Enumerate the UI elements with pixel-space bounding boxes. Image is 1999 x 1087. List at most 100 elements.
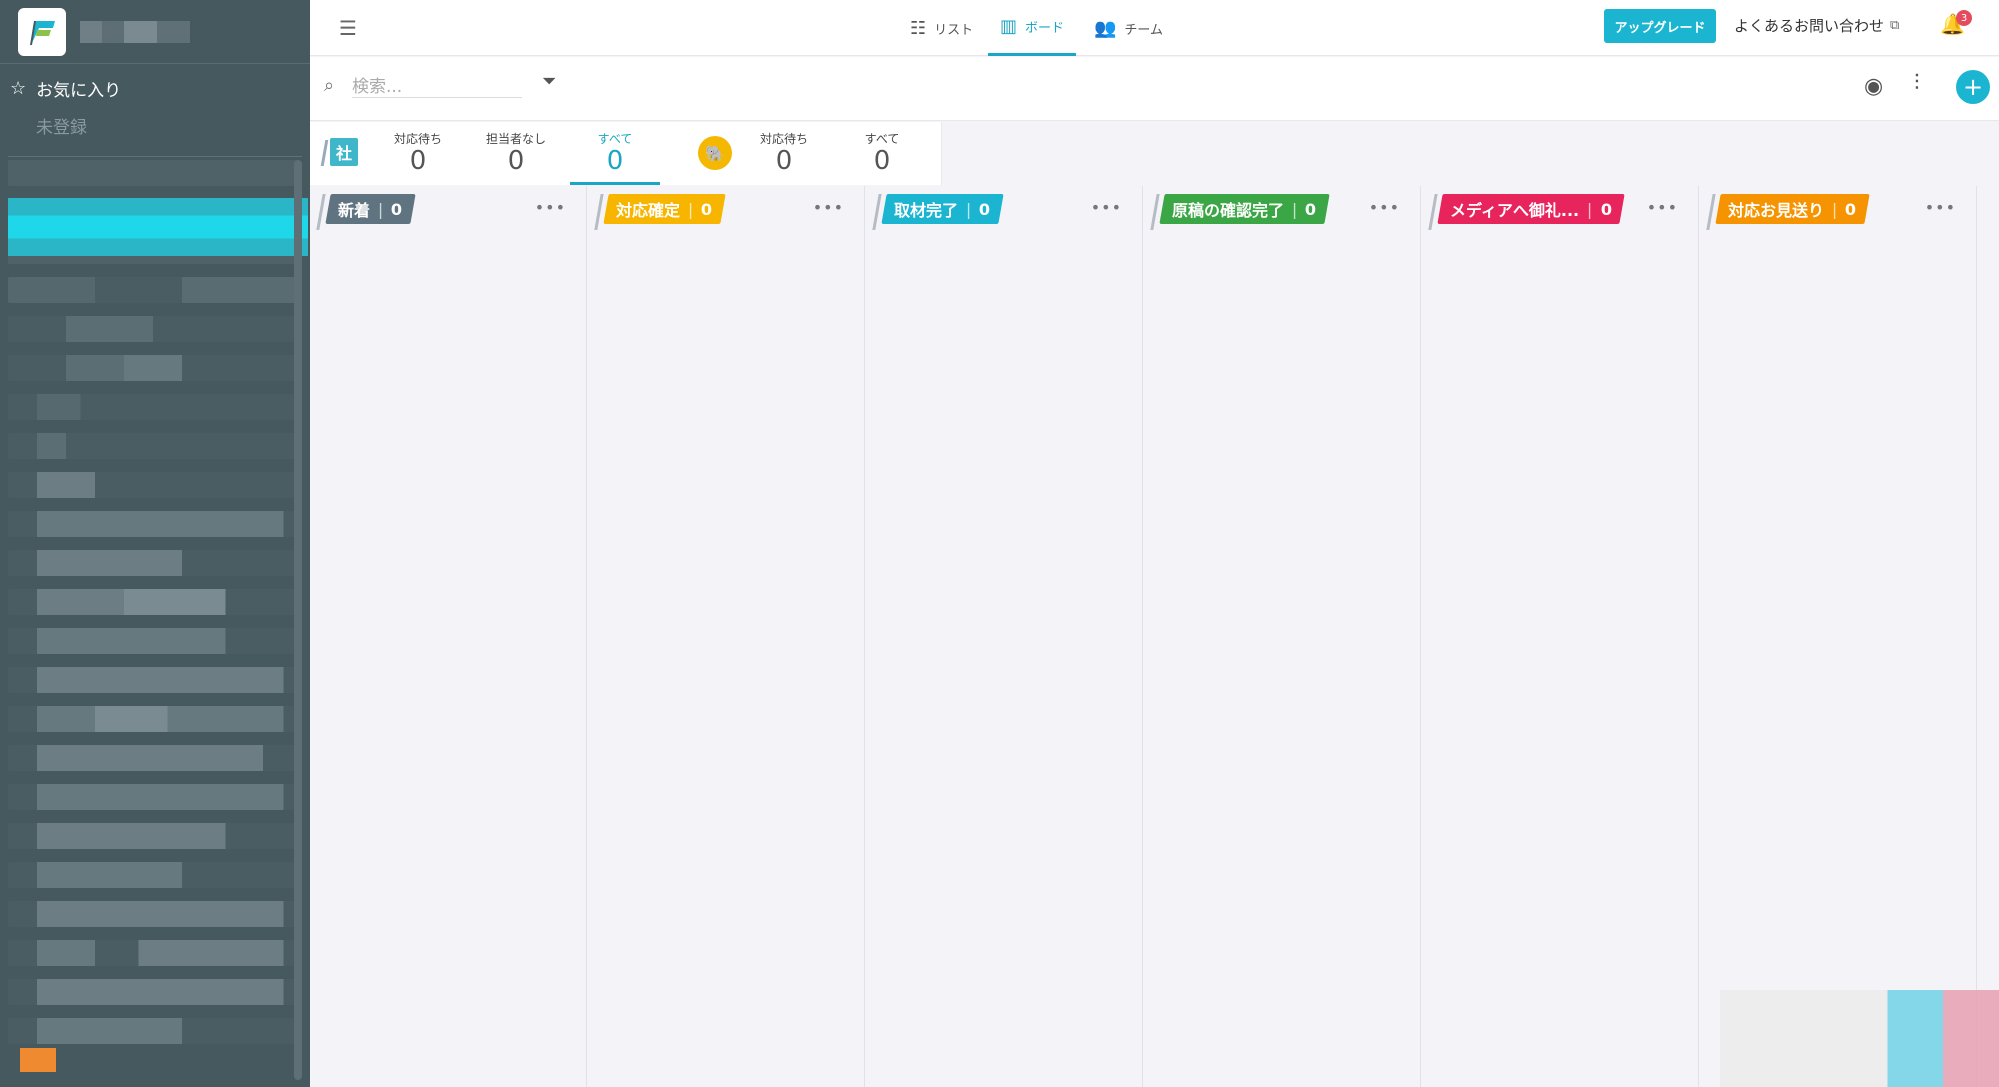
- sidebar: ☆ お気に入り 未登録: [0, 0, 310, 1087]
- column-name: 原稿の確認完了: [1172, 201, 1285, 220]
- team-badge: 社: [330, 138, 358, 166]
- column-count: 0: [979, 199, 991, 219]
- workspace-name-redacted: [80, 20, 190, 43]
- board-column: 原稿の確認完了 | 0 •••: [1144, 186, 1421, 1087]
- more-icon[interactable]: •••: [1369, 198, 1400, 217]
- list-item[interactable]: [8, 667, 298, 693]
- favorites-section[interactable]: ☆ お気に入り: [0, 64, 310, 105]
- faq-label: よくあるお問い合わせ: [1734, 16, 1885, 35]
- more-icon[interactable]: •••: [1091, 198, 1122, 217]
- list-item[interactable]: [8, 1018, 298, 1044]
- mine-stat-waiting[interactable]: 対応待ち 0: [744, 130, 824, 175]
- tab-team[interactable]: 👥 チーム: [1094, 0, 1163, 56]
- upgrade-button[interactable]: アップグレード: [1604, 9, 1716, 43]
- list-item[interactable]: [8, 745, 298, 771]
- list-item[interactable]: [8, 550, 298, 576]
- team-stat-all[interactable]: すべて 0: [570, 130, 660, 185]
- sidebar-item-selected[interactable]: [8, 198, 308, 256]
- team-icon: 👥: [1094, 17, 1117, 39]
- faq-link[interactable]: よくあるお問い合わせ ⧉: [1734, 0, 1899, 50]
- sidebar-header: [0, 0, 310, 64]
- column-header[interactable]: 対応お見送り | 0: [1715, 194, 1870, 224]
- sliders-icon[interactable]: ⫶: [1914, 71, 1920, 96]
- list-item[interactable]: [8, 628, 298, 654]
- list-item[interactable]: [8, 472, 298, 498]
- list-item[interactable]: [8, 394, 298, 420]
- more-icon[interactable]: •••: [1647, 198, 1678, 217]
- stat-value: 0: [507, 146, 525, 176]
- column-count: 0: [701, 199, 713, 219]
- stat-label: すべて: [597, 132, 633, 146]
- search-toolbar: ⌕ ⏷ ◉ ⫶ +: [310, 57, 1999, 121]
- star-icon: ☆: [10, 78, 27, 99]
- list-item[interactable]: [8, 823, 298, 849]
- sidebar-divider: [8, 156, 302, 157]
- hamburger-menu-icon[interactable]: ☰: [334, 14, 362, 42]
- more-icon[interactable]: •••: [813, 198, 844, 217]
- list-item[interactable]: [8, 277, 298, 303]
- column-name: 対応確定: [616, 201, 681, 220]
- more-icon[interactable]: •••: [535, 198, 566, 217]
- list-item[interactable]: [8, 589, 298, 615]
- column-name: メディアへ御礼...: [1450, 201, 1580, 220]
- list-item[interactable]: [8, 940, 298, 966]
- column-header[interactable]: 対応確定 | 0: [603, 194, 726, 224]
- column-name: 対応お見送り: [1728, 201, 1825, 220]
- board-column: 取材完了 | 0 •••: [866, 186, 1143, 1087]
- board-column: メディアへ御礼... | 0 •••: [1422, 186, 1699, 1087]
- list-item[interactable]: [8, 784, 298, 810]
- external-link-icon: ⧉: [1890, 17, 1900, 33]
- tab-label: リスト: [934, 22, 974, 38]
- top-navigation: ☰ ☷ リスト ▥ ボード 👥 チーム アップグレード よくあるお問い合わせ ⧉…: [310, 0, 1999, 56]
- column-header[interactable]: 取材完了 | 0: [881, 194, 1004, 224]
- user-avatar: 🐘: [698, 136, 732, 170]
- search-icon: ⌕: [324, 75, 335, 96]
- list-item[interactable]: [8, 706, 298, 732]
- stat-label: 対応待ち: [759, 132, 808, 146]
- list-item[interactable]: [8, 901, 298, 927]
- stat-label: すべて: [864, 132, 900, 146]
- team-stat-waiting[interactable]: 対応待ち 0: [378, 130, 458, 175]
- column-name: 新着: [338, 201, 371, 220]
- list-item[interactable]: [8, 160, 298, 186]
- kanban-board: 新着 | 0 ••• 対応確定 | 0 ••• 取材完了 | 0 ••• 原稿の確認完了 | 0…: [310, 186, 1999, 1087]
- favorites-empty-label: 未登録: [36, 118, 87, 138]
- status-summary: 社 対応待ち 0 担当者なし 0 すべて 0 🐘 対応待ち 0 すべて 0: [310, 122, 942, 185]
- column-header[interactable]: 新着 | 0: [325, 194, 416, 224]
- tab-label: ボード: [1025, 21, 1065, 36]
- add-button[interactable]: +: [1956, 70, 1990, 104]
- column-header[interactable]: 原稿の確認完了 | 0: [1159, 194, 1330, 224]
- tab-board[interactable]: ▥ ボード: [988, 0, 1077, 56]
- stat-value: 0: [409, 146, 427, 176]
- stat-label: 担当者なし: [485, 132, 546, 146]
- list-item[interactable]: [8, 433, 298, 459]
- chat-widget-redacted[interactable]: [1720, 990, 1999, 1087]
- list-item[interactable]: [8, 511, 298, 537]
- column-header[interactable]: メディアへ御礼... | 0: [1437, 194, 1625, 224]
- column-count: 0: [1600, 199, 1612, 219]
- filter-icon[interactable]: ⏷: [542, 71, 556, 92]
- tab-label: チーム: [1124, 22, 1164, 38]
- column-count: 0: [1305, 199, 1317, 219]
- user-avatar-redacted[interactable]: [20, 1048, 56, 1072]
- app-logo[interactable]: [18, 7, 66, 56]
- column-name: 取材完了: [894, 201, 959, 220]
- stat-label: 対応待ち: [393, 132, 442, 146]
- list-item[interactable]: [8, 355, 298, 381]
- sidebar-project-list: [8, 160, 298, 1057]
- column-count: 0: [1845, 199, 1857, 219]
- team-stat-unassigned[interactable]: 担当者なし 0: [476, 130, 556, 175]
- list-item[interactable]: [8, 979, 298, 1005]
- list-item[interactable]: [8, 316, 298, 342]
- board-column: 対応お見送り | 0 •••: [1700, 186, 1977, 1087]
- stat-value: 0: [606, 146, 624, 176]
- board-column: 対応確定 | 0 •••: [588, 186, 865, 1087]
- tab-list[interactable]: ☷ リスト: [910, 0, 973, 56]
- mine-stat-all[interactable]: すべて 0: [842, 130, 922, 175]
- stat-value: 0: [873, 146, 891, 176]
- eye-icon[interactable]: ◉: [1864, 74, 1883, 99]
- search-input[interactable]: [352, 77, 522, 98]
- more-icon[interactable]: •••: [1925, 198, 1956, 217]
- sidebar-scrollbar[interactable]: [294, 160, 302, 1080]
- list-item[interactable]: [8, 862, 298, 888]
